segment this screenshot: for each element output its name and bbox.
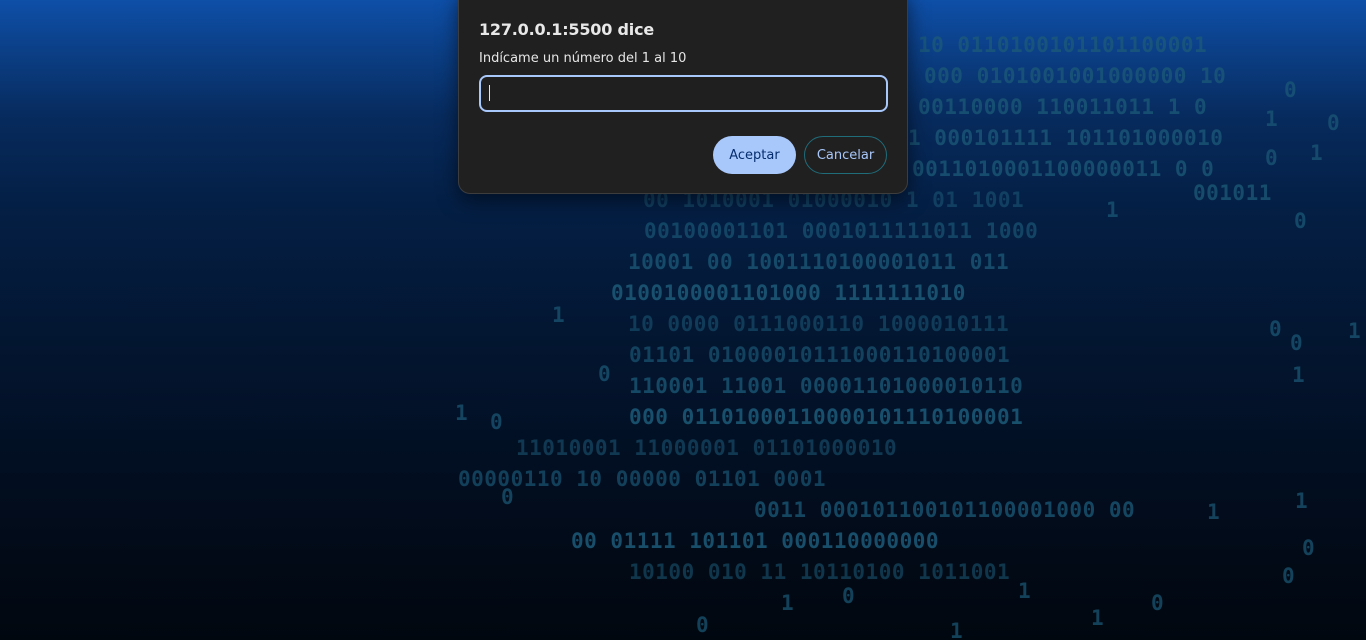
binary-digit: 0 — [1302, 536, 1315, 560]
cancel-button[interactable]: Cancelar — [804, 136, 887, 174]
binary-digit: 0 — [842, 584, 855, 608]
binary-line: 000 01101000110000101110100001 — [629, 405, 1023, 429]
binary-digit: 1 — [1295, 489, 1308, 513]
binary-digit: 0 — [490, 410, 503, 434]
binary-line: 10 0000 0111000110 1000010111 — [628, 312, 1009, 336]
binary-line: 0100100001101000 1111111010 — [611, 281, 966, 305]
binary-line: 0011 000101100101100001000 00 — [754, 498, 1135, 522]
binary-line: 000 0101001001000000 10 — [924, 64, 1226, 88]
binary-digit: 1 — [1091, 606, 1104, 630]
binary-digit: 1 — [1292, 363, 1305, 387]
binary-line: 11010001 11000001 01101000010 — [516, 436, 897, 460]
binary-line: 110001 11001 00001101000010110 — [629, 374, 1023, 398]
binary-digit: 1 — [1265, 107, 1278, 131]
prompt-dialog: 127.0.0.1:5500 dice Indícame un número d… — [458, 0, 908, 194]
binary-line: 0011010001100000011 0 0 — [912, 157, 1214, 181]
binary-digit: 1 — [455, 401, 468, 425]
binary-digit: 0 — [1269, 317, 1282, 341]
binary-digit: 1 — [1348, 319, 1361, 343]
number-input[interactable] — [479, 75, 888, 112]
text-caret — [489, 85, 490, 101]
binary-digit: 0 — [1151, 591, 1164, 615]
binary-line: 1 000101111 101101000010 — [908, 126, 1223, 150]
binary-digit: 0 — [1290, 331, 1303, 355]
accept-button[interactable]: Aceptar — [713, 136, 796, 174]
binary-digit: 1 — [1106, 198, 1119, 222]
binary-line: 10100 010 11 10110100 1011001 — [629, 560, 1010, 584]
binary-digit: 1 — [1018, 579, 1031, 603]
binary-line: 00 01111 101101 000110000000 — [571, 529, 939, 553]
dialog-message: Indícame un número del 1 al 10 — [479, 51, 687, 66]
dialog-title: 127.0.0.1:5500 dice — [479, 20, 655, 39]
binary-line: 10 0110100101101100001 — [918, 33, 1207, 57]
binary-digit: 1 — [552, 303, 565, 327]
binary-line: 00100001101 0001011111011 1000 — [644, 219, 1038, 243]
binary-digit: 0 — [1294, 209, 1307, 233]
binary-digit: 0 — [501, 485, 514, 509]
binary-digit: 1 — [950, 619, 963, 640]
binary-line: 10001 00 1001110100001011 011 — [628, 250, 1009, 274]
binary-line: 00110000 110011011 1 0 — [918, 95, 1207, 119]
binary-digit: 1 — [1310, 141, 1323, 165]
binary-digit: 0 — [1282, 564, 1295, 588]
binary-digit: 1 — [1207, 500, 1220, 524]
binary-line: 01101 01000010111000110100001 — [629, 343, 1010, 367]
binary-digit: 0 — [696, 613, 709, 637]
binary-digit: 0 — [598, 362, 611, 386]
binary-digit: 0 — [1265, 146, 1278, 170]
binary-digit: 0 — [1327, 111, 1340, 135]
binary-digit: 0 — [1284, 78, 1297, 102]
binary-digit: 1 — [781, 591, 794, 615]
binary-line: 001011 — [1193, 181, 1272, 205]
